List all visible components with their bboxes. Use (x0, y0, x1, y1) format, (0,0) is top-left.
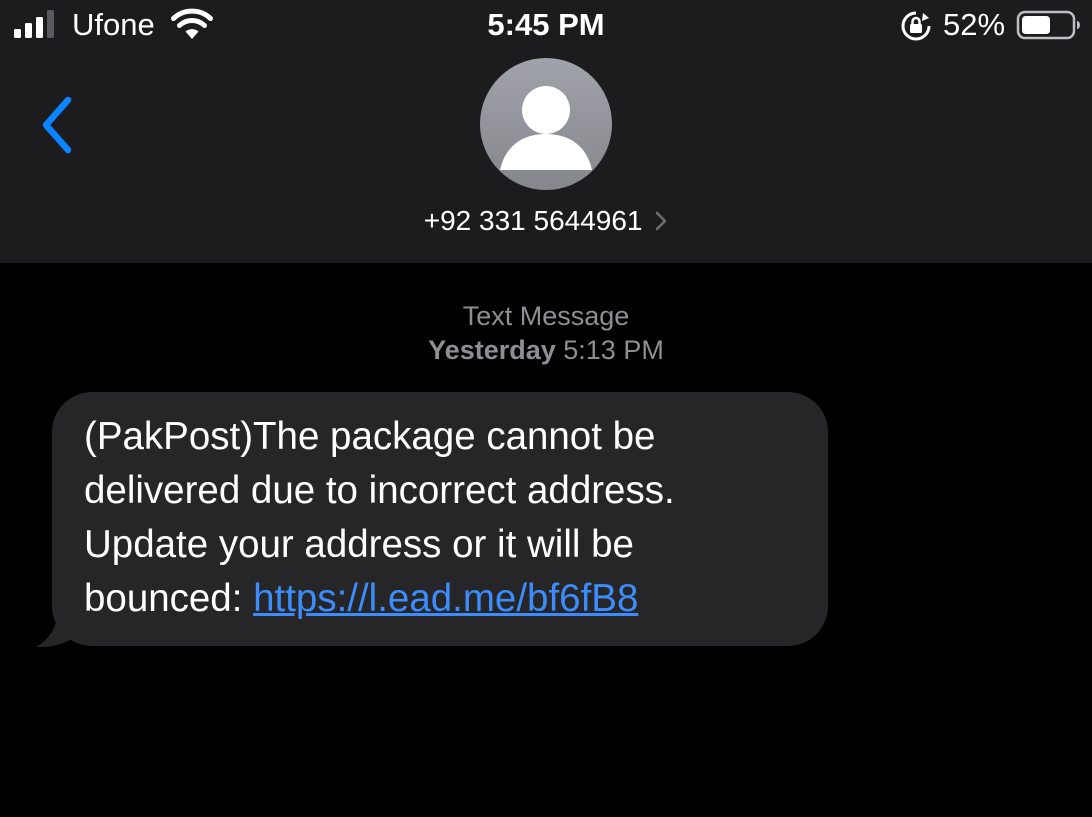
conversation-header: Ufone 5:45 PM 52% +92 331 5644961 (0, 0, 1092, 263)
message-type-label: Text Message (462, 301, 630, 331)
status-bar: Ufone 5:45 PM 52% (0, 0, 1092, 52)
chevron-left-icon[interactable] (34, 90, 84, 160)
message-bubble[interactable]: (PakPost)The package cannot be delivered… (52, 392, 828, 646)
person-placeholder-icon (500, 86, 592, 170)
message-timestamp: Yesterday 5:13 PM (0, 333, 1092, 367)
battery-icon (1016, 10, 1080, 40)
rotation-lock-icon (901, 11, 931, 41)
chevron-right-icon (656, 211, 667, 230)
contact-details-button[interactable]: +92 331 5644961 (0, 204, 1092, 238)
timestamp-day: Yesterday (428, 335, 556, 365)
message-bubble-container: (PakPost)The package cannot be delivered… (34, 392, 834, 652)
contact-avatar[interactable] (480, 58, 612, 190)
timestamp-time: 5:13 PM (563, 335, 664, 365)
battery-percentage: 52% (943, 7, 1006, 42)
contact-number: +92 331 5644961 (423, 205, 643, 236)
message-link[interactable]: https://l.ead.me/bf6fB8 (253, 577, 638, 620)
